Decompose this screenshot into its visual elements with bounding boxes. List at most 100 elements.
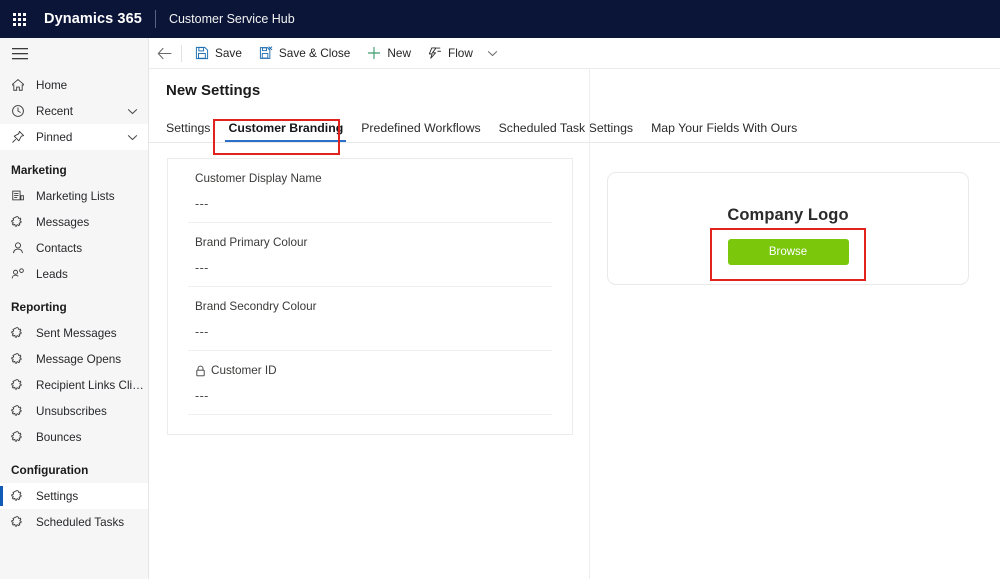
- main-content: New Settings Settings Customer Branding …: [149, 69, 1000, 579]
- tab-scheduled-task-settings[interactable]: Scheduled Task Settings: [490, 121, 642, 142]
- field-customer-id: Customer ID ---: [188, 351, 552, 415]
- sidebar-item-sent-messages[interactable]: Sent Messages: [0, 320, 148, 346]
- app-name-label[interactable]: Customer Service Hub: [169, 12, 295, 26]
- sidebar-item-leads[interactable]: Leads: [0, 261, 148, 287]
- app-window: Dynamics 365 Customer Service Hub Home R…: [0, 0, 1000, 579]
- puzzle-icon: [11, 514, 29, 530]
- flow-chevron-down-icon[interactable]: [481, 38, 504, 69]
- tab-bar: Settings Customer Branding Predefined Wo…: [149, 113, 1000, 143]
- plus-icon: [366, 45, 382, 61]
- pin-icon: [11, 129, 29, 145]
- customer-id-value: ---: [195, 389, 209, 403]
- sidebar-item-settings[interactable]: Settings: [0, 483, 148, 509]
- sidebar-item-bounces[interactable]: Bounces: [0, 424, 148, 450]
- command-bar-divider: [181, 44, 182, 62]
- field-label: Brand Primary Colour: [195, 236, 308, 249]
- sidebar-item-label: Recent: [36, 104, 74, 118]
- sidebar-item-marketing-lists[interactable]: Marketing Lists: [0, 183, 148, 209]
- field-label: Customer Display Name: [195, 172, 322, 185]
- company-logo-title: Company Logo: [727, 206, 849, 224]
- new-button-label: New: [387, 46, 411, 60]
- tab-customer-branding[interactable]: Customer Branding: [219, 121, 352, 142]
- flow-icon: [427, 45, 443, 61]
- brand-title[interactable]: Dynamics 365: [44, 11, 142, 27]
- field-label-text: Customer ID: [211, 364, 277, 377]
- back-arrow-icon[interactable]: [149, 38, 179, 69]
- sidebar-item-recipient-links-clicked[interactable]: Recipient Links Clicked: [0, 372, 148, 398]
- new-button[interactable]: New: [358, 38, 419, 69]
- sidebar-item-label: Messages: [36, 215, 90, 229]
- tab-map-your-fields-with-ours[interactable]: Map Your Fields With Ours: [642, 121, 806, 142]
- clock-icon: [11, 103, 29, 119]
- lock-icon: [195, 365, 206, 377]
- save-button-label: Save: [215, 46, 242, 60]
- puzzle-icon: [11, 377, 29, 393]
- save-close-icon: [258, 45, 274, 61]
- puzzle-icon: [11, 403, 29, 419]
- brand-divider: [154, 10, 156, 28]
- sidebar-item-label: Recipient Links Clicked: [36, 378, 148, 392]
- sidebar-item-label: Settings: [36, 489, 79, 503]
- customer-display-name-input[interactable]: ---: [195, 197, 552, 211]
- sidebar-group-header-marketing: Marketing: [11, 163, 67, 177]
- chevron-down-icon[interactable]: [127, 134, 138, 141]
- field-brand-primary-colour: Brand Primary Colour ---: [188, 223, 552, 287]
- sidebar-item-messages[interactable]: Messages: [0, 209, 148, 235]
- app-launcher-grid-icon[interactable]: [0, 0, 38, 38]
- list-icon: [11, 188, 29, 204]
- sidebar-item-label: Sent Messages: [36, 326, 117, 340]
- customer-branding-form: Customer Display Name --- Brand Primary …: [167, 158, 573, 435]
- top-navigation-bar: Dynamics 365 Customer Service Hub: [0, 0, 1000, 38]
- sidebar-item-label: Pinned: [36, 130, 73, 144]
- sidebar-item-recent[interactable]: Recent: [0, 98, 148, 124]
- sidebar-item-label: Unsubscribes: [36, 404, 107, 418]
- sidebar-item-label: Marketing Lists: [36, 189, 115, 203]
- flow-button-label: Flow: [447, 46, 473, 60]
- sidebar-item-contacts[interactable]: Contacts: [0, 235, 148, 261]
- form-bottom-spacer: [188, 415, 552, 434]
- sidebar-item-scheduled-tasks[interactable]: Scheduled Tasks: [0, 509, 148, 535]
- field-label: Customer ID: [195, 364, 552, 377]
- brand-secondry-colour-input[interactable]: ---: [195, 325, 552, 339]
- sidebar-item-label: Contacts: [36, 241, 83, 255]
- sidebar-item-message-opens[interactable]: Message Opens: [0, 346, 148, 372]
- save-button[interactable]: Save: [186, 38, 250, 69]
- field-brand-secondry-colour: Brand Secondry Colour ---: [188, 287, 552, 351]
- person-icon: [11, 240, 29, 256]
- sidebar-item-label: Home: [36, 78, 68, 92]
- company-logo-panel: Company Logo Browse: [607, 172, 969, 285]
- chevron-down-icon[interactable]: [127, 108, 138, 115]
- sidebar-item-label: Bounces: [36, 430, 82, 444]
- command-bar: Save Save & Close New Flow: [149, 38, 1000, 69]
- leads-icon: [11, 266, 29, 282]
- sidebar-item-home[interactable]: Home: [0, 72, 148, 98]
- sidebar-item-pinned[interactable]: Pinned: [0, 124, 148, 150]
- save-disk-icon: [194, 45, 210, 61]
- tab-predefined-workflows[interactable]: Predefined Workflows: [352, 121, 489, 142]
- home-icon: [11, 77, 29, 93]
- puzzle-icon: [11, 351, 29, 367]
- sidebar-group-header-configuration: Configuration: [11, 463, 89, 477]
- sidebar-item-label: Scheduled Tasks: [36, 515, 125, 529]
- tab-settings[interactable]: Settings: [166, 121, 219, 142]
- save-and-close-button-label: Save & Close: [278, 46, 351, 60]
- sidebar-item-label: Leads: [36, 267, 68, 281]
- puzzle-icon: [11, 429, 29, 445]
- sidebar-item-unsubscribes[interactable]: Unsubscribes: [0, 398, 148, 424]
- save-and-close-button[interactable]: Save & Close: [250, 38, 358, 69]
- puzzle-icon: [11, 214, 29, 230]
- browse-button[interactable]: Browse: [727, 239, 849, 265]
- puzzle-icon: [11, 488, 29, 504]
- puzzle-icon: [11, 325, 29, 341]
- field-customer-display-name: Customer Display Name ---: [188, 159, 552, 223]
- page-title: New Settings: [166, 82, 261, 99]
- sidebar-primary-list: Home Recent Pinned: [0, 70, 148, 150]
- column-divider: [589, 69, 590, 579]
- flow-button[interactable]: Flow: [419, 38, 481, 69]
- sidebar: Home Recent Pinned Marketing Marketing L…: [0, 38, 149, 579]
- brand-primary-colour-input[interactable]: ---: [195, 261, 552, 275]
- hamburger-menu-icon[interactable]: [0, 38, 148, 70]
- sidebar-group-header-reporting: Reporting: [11, 300, 67, 314]
- sidebar-item-label: Message Opens: [36, 352, 122, 366]
- field-label: Brand Secondry Colour: [195, 300, 317, 313]
